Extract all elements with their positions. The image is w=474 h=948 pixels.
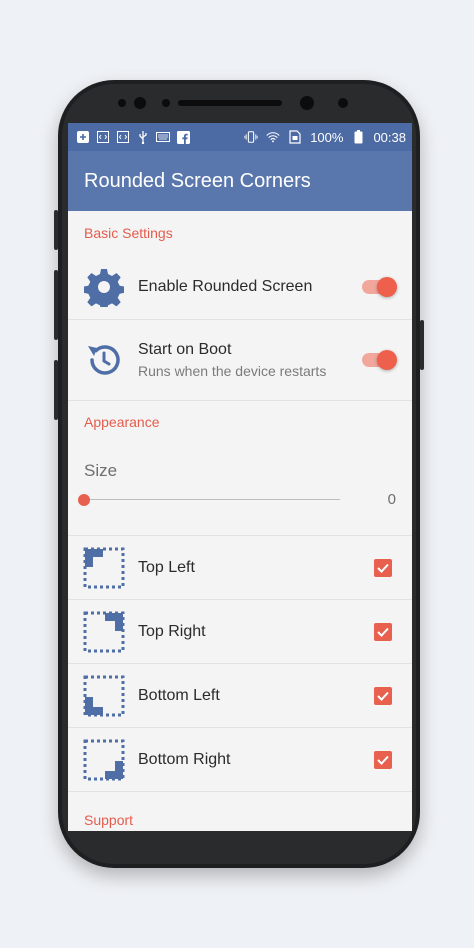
setting-title: Enable Rounded Screen	[138, 278, 313, 295]
toggle-knob	[377, 350, 397, 370]
iris-sensor	[338, 98, 348, 108]
enable-rounded-toggle[interactable]	[362, 277, 397, 297]
system-icons: 100% 00:38	[244, 130, 406, 145]
proximity-sensor	[134, 97, 146, 109]
app-bar: Rounded Screen Corners	[68, 151, 412, 211]
corner-label: Bottom Left	[138, 686, 220, 704]
add-icon	[76, 130, 90, 144]
code-icon	[116, 130, 130, 144]
earpiece-speaker	[178, 100, 282, 106]
corner-top-right-icon	[82, 610, 126, 654]
corner-bottom-left[interactable]: Bottom Left	[68, 664, 412, 728]
setting-subtitle: Runs when the device restarts	[138, 363, 327, 379]
top-left-checkbox[interactable]	[374, 558, 392, 577]
app-title: Rounded Screen Corners	[84, 169, 311, 192]
keyboard-icon	[156, 130, 170, 144]
corner-text: Top Right	[138, 623, 206, 641]
wifi-icon	[266, 130, 280, 144]
section-header-basic: Basic Settings	[84, 225, 173, 241]
gear-icon	[82, 265, 126, 309]
corner-text: Top Left	[138, 559, 195, 577]
setting-enable-rounded[interactable]: Enable Rounded Screen	[68, 255, 412, 320]
section-header-appearance: Appearance	[84, 414, 160, 430]
bixby-button	[54, 360, 58, 420]
setting-start-on-boot[interactable]: Start on Boot Runs when the device resta…	[68, 320, 412, 401]
top-right-checkbox[interactable]	[374, 622, 392, 641]
size-value: 0	[387, 491, 396, 508]
setting-title: Start on Boot	[138, 341, 232, 358]
corner-label: Top Right	[138, 622, 206, 640]
setting-text: Enable Rounded Screen	[138, 278, 312, 296]
corner-top-left-icon	[82, 546, 126, 590]
sensor-dot	[118, 99, 126, 107]
sim-icon	[288, 130, 302, 144]
section-header-support: Support	[84, 812, 134, 828]
corner-label: Top Left	[138, 558, 195, 576]
notification-icons	[76, 130, 190, 144]
toggle-knob	[377, 277, 397, 297]
sensor-dot	[162, 99, 170, 107]
corner-top-left[interactable]: Top Left	[68, 536, 412, 600]
start-on-boot-toggle[interactable]	[362, 350, 397, 370]
status-bar: 100% 00:38	[68, 123, 412, 151]
corner-text: Bottom Left	[138, 687, 220, 705]
size-slider-thumb[interactable]	[78, 494, 90, 506]
corner-bottom-right-icon	[82, 738, 126, 782]
setting-text: Start on Boot Runs when the device resta…	[138, 341, 326, 379]
battery-percent: 100%	[310, 129, 344, 145]
front-camera	[300, 96, 314, 110]
battery-icon	[351, 130, 365, 144]
screen: 100% 00:38 Rounded Screen Corners Basic …	[68, 123, 412, 831]
size-label: Size	[84, 461, 118, 480]
setting-size: Size 0	[68, 443, 412, 536]
corner-text: Bottom Right	[138, 751, 230, 769]
usb-icon	[136, 130, 150, 144]
bottom-right-checkbox[interactable]	[374, 750, 392, 769]
corner-top-right[interactable]: Top Right	[68, 600, 412, 664]
corner-bottom-left-icon	[82, 674, 126, 718]
volume-up-button	[54, 210, 58, 250]
restart-icon	[82, 338, 126, 382]
clock: 00:38	[373, 129, 406, 145]
corner-label: Bottom Right	[138, 750, 231, 768]
facebook-icon	[176, 130, 190, 144]
corner-bottom-right[interactable]: Bottom Right	[68, 728, 412, 792]
code-icon	[96, 130, 110, 144]
volume-down-button	[54, 270, 58, 340]
size-slider-track[interactable]	[84, 499, 340, 500]
bottom-left-checkbox[interactable]	[374, 686, 392, 705]
vibrate-icon	[244, 130, 258, 144]
power-button	[420, 320, 424, 370]
